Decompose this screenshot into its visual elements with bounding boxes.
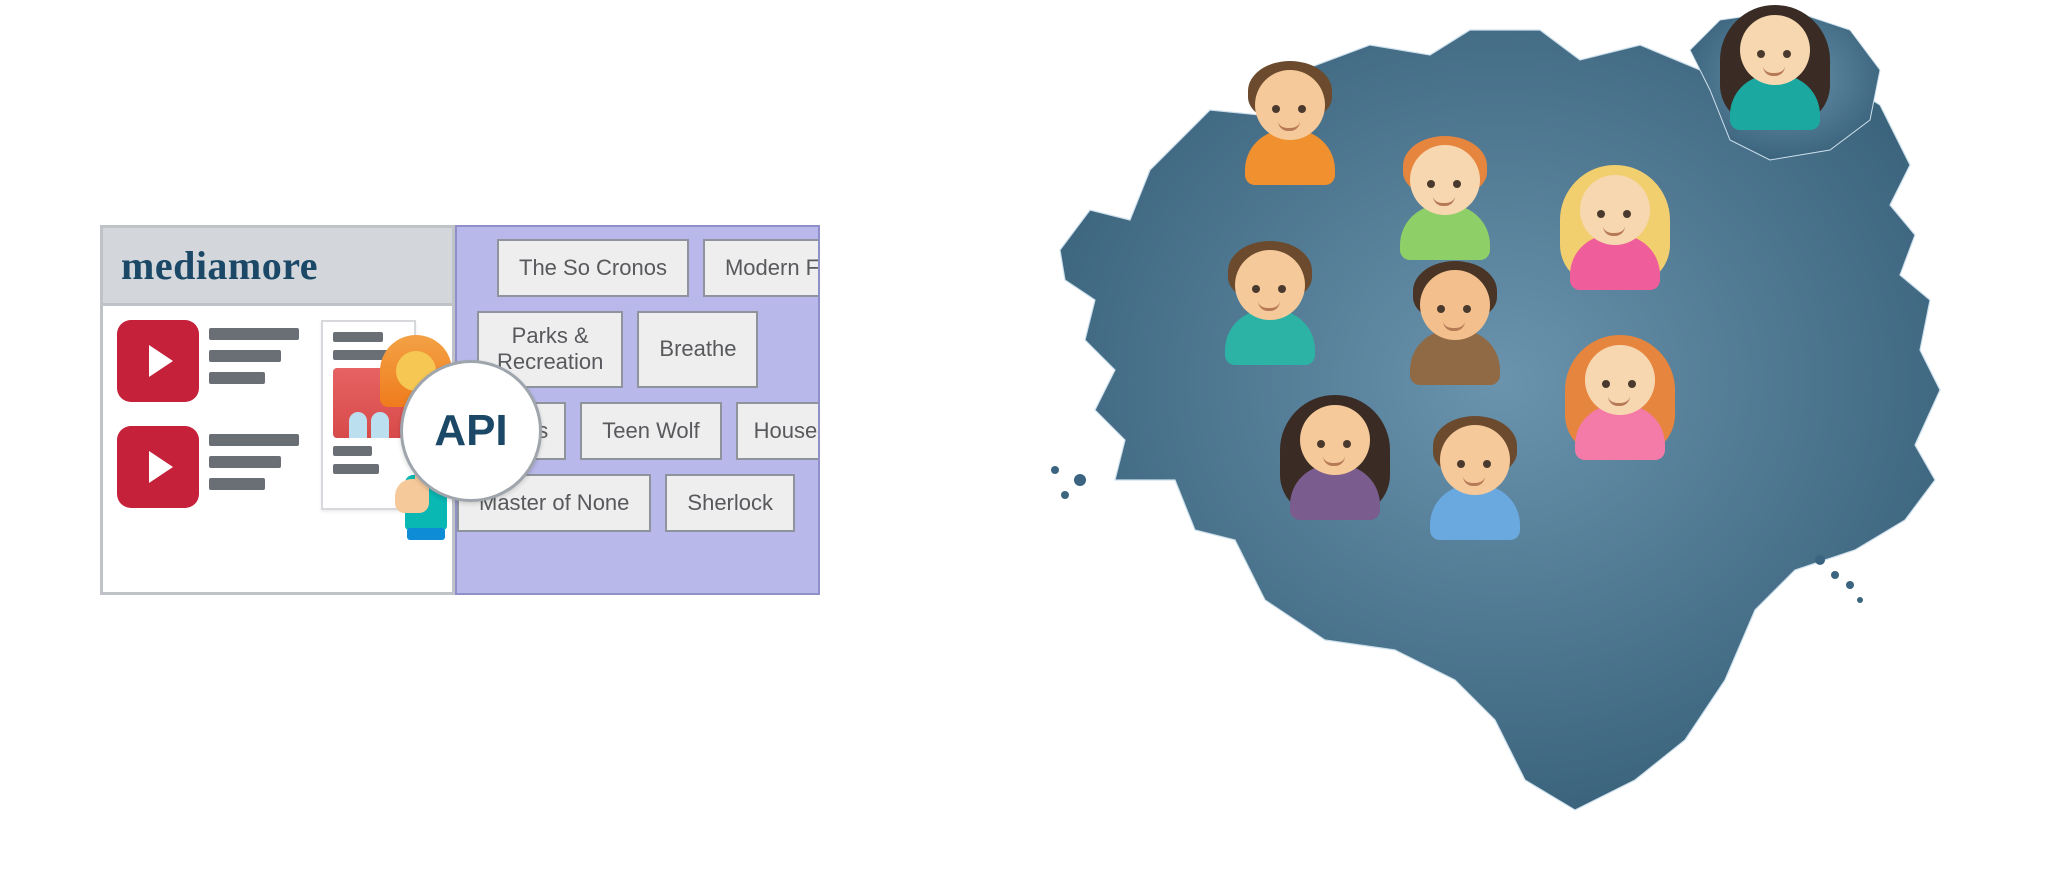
- show-chip: Teen Wolf: [580, 402, 721, 460]
- play-icon: [117, 320, 199, 402]
- users-map: [1000, 0, 1950, 860]
- video-list: [117, 320, 307, 578]
- video-item: [117, 320, 307, 402]
- user-avatar: [1395, 255, 1515, 395]
- app-mockup: mediamore: [100, 225, 455, 595]
- video-meta: [209, 434, 299, 490]
- show-chip: Modern Fam: [703, 239, 820, 297]
- user-avatar: [1560, 330, 1680, 470]
- api-label: API: [434, 406, 507, 456]
- user-avatar: [1415, 410, 1535, 550]
- user-avatar: [1210, 235, 1330, 375]
- app-header: mediamore: [103, 228, 452, 306]
- user-avatar: [1275, 390, 1395, 530]
- show-chip: House: [736, 402, 820, 460]
- user-avatar: [1715, 0, 1835, 140]
- user-avatar: [1555, 160, 1675, 300]
- brand-name: mediamore: [121, 242, 318, 289]
- show-chip: Breathe: [637, 311, 758, 388]
- video-meta: [209, 328, 299, 384]
- app-api-diagram: mediamore: [100, 225, 820, 595]
- api-badge: API: [400, 360, 542, 502]
- user-avatar: [1230, 55, 1350, 195]
- play-icon: [117, 426, 199, 508]
- video-item: [117, 426, 307, 508]
- user-avatar: [1385, 130, 1505, 270]
- show-chip: The So Cronos: [497, 239, 689, 297]
- show-chip: Sherlock: [665, 474, 795, 532]
